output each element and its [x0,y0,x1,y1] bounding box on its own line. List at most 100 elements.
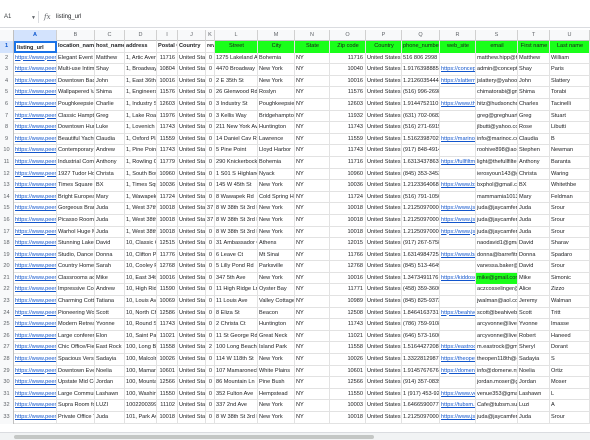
table-cell[interactable]: United States [366,226,402,239]
table-cell[interactable]: Luzi [518,400,550,412]
row-number[interactable]: 8 [0,122,14,134]
table-cell[interactable]: https://www.jsvcm [440,412,476,424]
table-cell[interactable]: https://www.jsvcm [440,203,476,215]
table-cell[interactable]: 10, High Ridge [125,284,157,297]
table-cell[interactable]: 1.6314984725 [402,249,440,262]
table-cell[interactable]: NY [295,168,330,181]
table-cell[interactable]: 1.3473491176 [402,272,440,285]
table-cell[interactable]: Private Office Tripl [57,412,95,424]
table-cell[interactable]: https://www.peerspa [14,191,57,204]
table-cell[interactable]: 10016 [330,272,366,285]
table-cell[interactable]: United States [366,307,402,320]
table-cell[interactable]: Spadaro [550,249,590,262]
table-cell[interactable]: Huntington [258,122,295,134]
table-cell[interactable]: 12768 [157,261,178,273]
table-cell[interactable]: 11743 [157,122,178,134]
table-cell[interactable]: 6 Leave Ct [215,249,258,262]
table-cell[interactable]: NY [295,319,330,331]
table-cell[interactable]: United States [366,75,402,88]
table-cell[interactable]: NY [295,226,330,239]
table-cell[interactable]: Andrew [95,284,125,297]
table-cell[interactable]: 0 [206,180,215,192]
table-cell[interactable]: 0 [206,412,215,424]
table-cell[interactable]: 11021 [330,330,366,343]
row-number[interactable]: 23 [0,296,14,308]
table-cell[interactable]: 11716 [330,156,366,169]
table-cell[interactable]: Slattery [550,75,590,88]
table-cell[interactable]: Anthony [518,156,550,169]
table-cell[interactable]: 10960 [157,168,178,181]
table-cell[interactable]: NY [295,87,330,99]
table-cell[interactable]: 11 St George Rd [215,330,258,343]
table-cell[interactable]: Shima [95,87,125,99]
table-cell[interactable]: https://www.peerspa [14,307,57,320]
table-cell[interactable]: 290 Knickerbocker [215,156,258,169]
table-cell[interactable]: United States [366,330,402,343]
table-cell[interactable]: Mary [518,191,550,204]
table-cell[interactable]: 1.2125097000 [402,412,440,424]
table-cell[interactable]: https://www.peerspa [14,354,57,366]
table-cell[interactable]: https://www.peerspa [14,64,57,76]
table-cell[interactable]: 12515 [157,238,178,250]
table-cell[interactable]: https://www.peerspa [14,319,57,331]
table-cell[interactable]: NY [295,133,330,146]
column-header-a[interactable]: A [14,30,57,41]
table-cell[interactable]: 5 Pine Point [215,145,258,157]
column-header-o[interactable]: O [330,30,366,41]
column-title-cell[interactable]: listing_url [14,41,57,53]
table-cell[interactable]: jwalman@aol.com [476,296,518,308]
table-cell[interactable]: juda@jaycamferen [476,214,518,227]
table-cell[interactable]: 10040 [330,64,366,76]
table-cell[interactable]: United States [366,296,402,308]
table-cell[interactable]: ierosyoun143@gm [476,168,518,181]
table-cell[interactable]: 0 [206,238,215,250]
row-number[interactable]: 7 [0,110,14,123]
table-cell[interactable]: https://www.peerspa [14,342,57,355]
table-cell[interactable]: https://www.thehud [440,98,476,111]
table-cell[interactable]: 8 W 38th St 3rd Fl [215,214,258,227]
table-cell[interactable]: Lashawn [95,388,125,401]
table-cell[interactable]: Waring [550,168,590,181]
table-cell[interactable]: United States [178,203,206,215]
table-cell[interactable]: https://www.barrefc [440,249,476,262]
table-cell[interactable]: 516 806 2998 [402,52,440,65]
table-cell[interactable]: Srour [550,226,590,239]
table-cell[interactable]: donna@barrefitne [476,249,518,262]
table-cell[interactable]: 100, Malcolm I [125,354,157,366]
table-cell[interactable]: New York [258,75,295,88]
table-cell[interactable]: 0 [206,145,215,157]
table-cell[interactable]: Lashawn [518,388,550,401]
table-cell[interactable]: 10, Classic Co [125,238,157,250]
table-cell[interactable]: NY [295,330,330,343]
table-cell[interactable]: New York [258,272,295,285]
table-cell[interactable]: United States [366,354,402,366]
table-cell[interactable]: 10036 [157,180,178,192]
table-cell[interactable]: https://www.peerspa [14,400,57,412]
table-cell[interactable]: light@thefullfiltert [476,156,518,169]
table-cell[interactable]: Christa [518,168,550,181]
table-cell[interactable]: Stephen [518,145,550,157]
table-cell[interactable]: https://www.peerspa [14,133,57,146]
table-cell[interactable]: Shima [518,87,550,99]
table-cell[interactable]: Wallpapered \u002 [57,87,95,99]
table-cell[interactable]: Sadayia [95,354,125,366]
row-number[interactable]: 11 [0,156,14,169]
table-cell[interactable]: 10, Louis Aver [125,296,157,308]
table-cell[interactable]: 0 [206,122,215,134]
column-title-cell[interactable]: Country [366,41,402,53]
table-cell[interactable]: https://www.peerspa [14,122,57,134]
table-cell[interactable]: 1 (917) 453-9279 [402,388,440,401]
table-cell[interactable]: 1, Lake Road [125,110,157,123]
table-cell[interactable]: Huntington [258,319,295,331]
row-number[interactable]: 15 [0,203,14,215]
table-cell[interactable]: Poughkeepsie and [57,98,95,111]
table-cell[interactable]: https://www.jsvcm [440,214,476,227]
table-cell[interactable]: United States [178,214,206,227]
table-cell[interactable]: 10018 [330,214,366,227]
table-cell[interactable]: 1 S01 S Highland Av [215,168,258,181]
select-all-corner[interactable] [0,30,14,41]
table-cell[interactable]: John [518,75,550,88]
table-cell[interactable]: m.eastrock@gmail [476,342,518,355]
table-cell[interactable]: 11559 [157,133,178,146]
column-title-cell[interactable]: Country [178,41,206,53]
